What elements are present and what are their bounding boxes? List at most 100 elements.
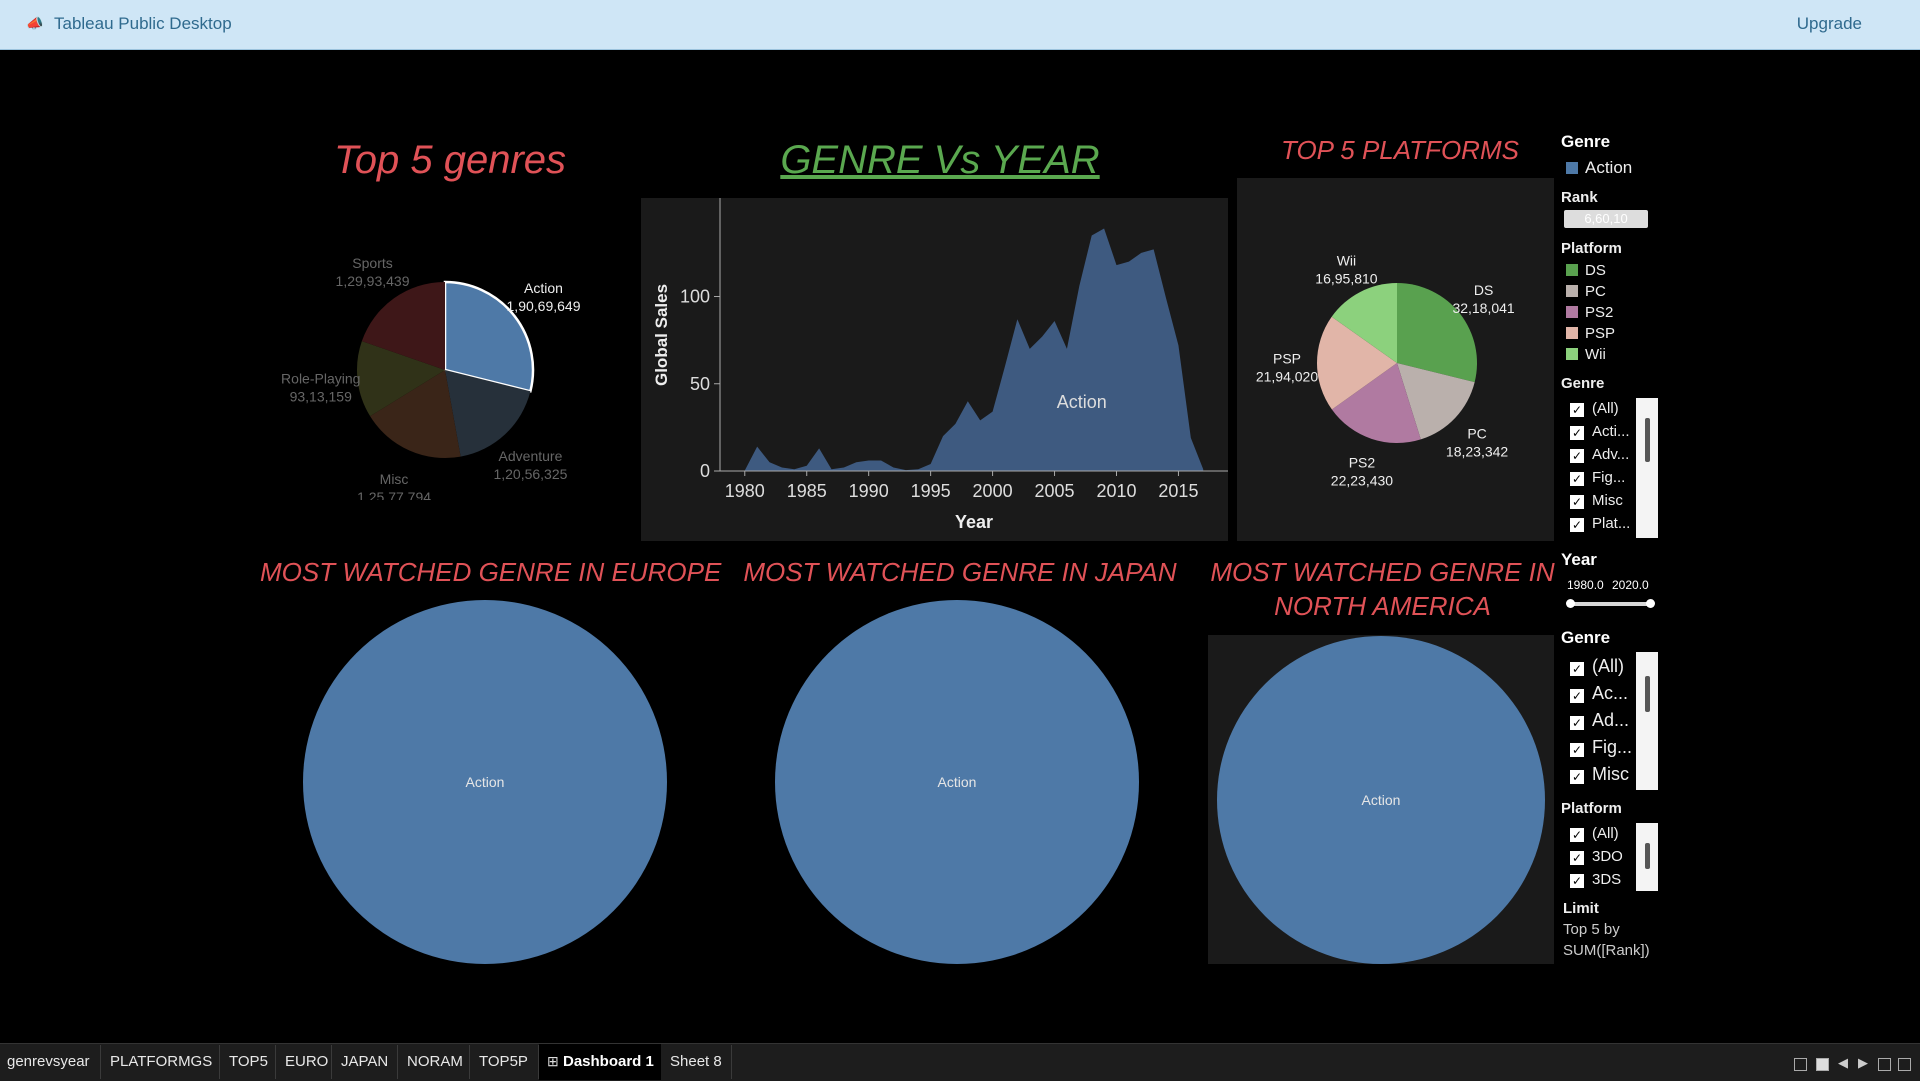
- tab-genrevsyear[interactable]: genrevsyear: [7, 1053, 90, 1070]
- pie-label-ps2: PS2: [1349, 454, 1376, 470]
- wii-swatch: [1566, 348, 1578, 360]
- single-view-icon[interactable]: [1816, 1058, 1829, 1071]
- top5-genres-pie-chart: Action 1,90,69,649 Adventure 1,20,56,325 Mis…: [281, 255, 581, 500]
- year-slider-min-handle[interactable]: [1566, 599, 1575, 608]
- genre-filter2-misc[interactable]: ✓ Misc: [1570, 764, 1629, 785]
- platform-legend-ds[interactable]: DS: [1566, 262, 1606, 279]
- top5-platforms-title: TOP 5 PLATFORMS: [1281, 135, 1519, 165]
- genre-filter2-scrollbar[interactable]: [1636, 652, 1658, 790]
- pie-value-label-ds: 32,18,041: [1452, 300, 1514, 316]
- genre-filter1-fighting[interactable]: ✓ Fig...: [1570, 469, 1625, 486]
- pie-value-label-adventure: 1,20,56,325: [493, 466, 567, 482]
- check-icon: ✓: [1570, 851, 1584, 865]
- fullscreen-icon[interactable]: [1878, 1058, 1891, 1071]
- genre-vs-year-title: GENRE Vs YEAR: [780, 138, 1100, 182]
- pie-label-ds: DS: [1474, 282, 1493, 298]
- genre-filter2-adventure[interactable]: ✓ Ad...: [1570, 710, 1629, 731]
- genre-filter2-action[interactable]: ✓ Ac...: [1570, 683, 1628, 704]
- pie-label-action: Action: [938, 774, 977, 790]
- megaphone-icon: 📣: [26, 15, 44, 31]
- pie-label-role-playing: Role-Playing: [281, 371, 360, 387]
- platform-filter-3do[interactable]: ✓ 3DO: [1570, 848, 1623, 865]
- platform-legend-ps2[interactable]: PS2: [1566, 304, 1613, 321]
- x-tick-label: 1985: [787, 481, 827, 501]
- check-icon: ✓: [1570, 495, 1584, 509]
- platform-filter-3ds[interactable]: ✓ 3DS: [1570, 871, 1621, 888]
- japan-title: MOST WATCHED GENRE IN JAPAN: [743, 557, 1177, 587]
- platform-legend-wii[interactable]: Wii: [1566, 346, 1606, 363]
- tab-divider: [731, 1045, 732, 1079]
- genre-legend-action[interactable]: Action: [1566, 158, 1632, 178]
- tab-japan[interactable]: JAPAN: [341, 1053, 388, 1070]
- ps2-swatch: [1566, 306, 1578, 318]
- rank-input[interactable]: 6,60,10: [1564, 210, 1648, 228]
- next-arrow-icon[interactable]: ▶: [1858, 1055, 1868, 1071]
- pc-swatch: [1566, 285, 1578, 297]
- genre-filter1-adventure[interactable]: ✓ Adv...: [1570, 446, 1629, 463]
- genre-legend-title: Genre: [1561, 132, 1611, 151]
- check-icon: ✓: [1570, 770, 1584, 784]
- ds-swatch: [1566, 264, 1578, 276]
- tab-dashboard-1[interactable]: ⊞ Dashboard 1: [539, 1044, 661, 1080]
- year-slider[interactable]: [1566, 599, 1655, 608]
- genre-filter1-scrollbar[interactable]: [1636, 398, 1658, 538]
- genre-filter1-all[interactable]: ✓ (All): [1570, 400, 1619, 417]
- pie-label-sports: Sports: [352, 255, 392, 271]
- year-filter-title: Year: [1561, 550, 1597, 569]
- check-icon: ✓: [1570, 689, 1584, 703]
- previous-arrow-icon[interactable]: ◀: [1838, 1055, 1848, 1071]
- genre-filter1-misc[interactable]: ✓ Misc: [1570, 492, 1623, 509]
- pie-label-psp: PSP: [1273, 350, 1301, 366]
- scroll-thumb[interactable]: [1645, 418, 1650, 462]
- tab-top5p[interactable]: TOP5P: [479, 1053, 528, 1070]
- genre-filter2-fighting[interactable]: ✓ Fig...: [1570, 737, 1632, 758]
- tab-euro[interactable]: EURO: [285, 1053, 328, 1070]
- pie-value-label-pc: 18,23,342: [1446, 443, 1508, 459]
- tab-sheet-8[interactable]: Sheet 8: [670, 1053, 722, 1070]
- check-icon: ✓: [1570, 518, 1584, 532]
- genre-filter2-all[interactable]: ✓ (All): [1570, 656, 1624, 677]
- year-min-value: 1980.0: [1567, 578, 1604, 592]
- tab-noram[interactable]: NORAM: [407, 1053, 463, 1070]
- platform-legend-psp[interactable]: PSP: [1566, 325, 1615, 342]
- platform-legend-pc[interactable]: PC: [1566, 283, 1606, 300]
- scroll-thumb[interactable]: [1645, 843, 1650, 869]
- upgrade-link[interactable]: Upgrade: [1797, 14, 1862, 34]
- grid-view-icon[interactable]: [1794, 1058, 1807, 1071]
- year-slider-max-handle[interactable]: [1646, 599, 1655, 608]
- north-america-pie-chart: Action: [1217, 636, 1545, 964]
- pie-label-action: Action: [524, 280, 563, 296]
- check-icon: ✓: [1570, 403, 1584, 417]
- genre-filter1-platform[interactable]: ✓ Plat...: [1570, 515, 1630, 532]
- check-icon: ✓: [1570, 828, 1584, 842]
- tab-divider: [331, 1045, 332, 1079]
- x-axis-title: Year: [955, 512, 993, 532]
- psp-swatch: [1566, 327, 1578, 339]
- area-mark-label: Action: [1057, 392, 1107, 412]
- area-series-action: [744, 228, 1204, 471]
- tab-platformgs[interactable]: PLATFORMGS: [110, 1053, 212, 1070]
- limit-line1: Top 5 by: [1563, 921, 1620, 938]
- pie-label-action: Action: [1362, 792, 1401, 808]
- tab-divider: [469, 1045, 470, 1079]
- check-icon: ✓: [1570, 662, 1584, 676]
- genre-filter1-action[interactable]: ✓ Acti...: [1570, 423, 1630, 440]
- platform-filter-scrollbar[interactable]: [1636, 823, 1658, 891]
- pie-label-adventure: Adventure: [499, 448, 563, 464]
- x-tick-label: 2010: [1096, 481, 1136, 501]
- x-tick-label: 1990: [849, 481, 889, 501]
- platform-filter-all[interactable]: ✓ (All): [1570, 825, 1619, 842]
- tab-divider: [397, 1045, 398, 1079]
- tab-top5[interactable]: TOP5: [229, 1053, 268, 1070]
- y-axis-title: Global Sales: [652, 284, 671, 386]
- y-tick-label: 100: [680, 287, 710, 307]
- check-icon: ✓: [1570, 716, 1584, 730]
- pie-value-label-role-playing: 93,13,159: [290, 389, 352, 405]
- dashboard-grid-icon: ⊞: [547, 1053, 559, 1069]
- rank-value: 6,60,10: [1584, 211, 1628, 226]
- europe-pie-chart: Action: [303, 600, 667, 964]
- presentation-icon[interactable]: [1898, 1058, 1911, 1071]
- scroll-thumb[interactable]: [1645, 676, 1650, 712]
- pie-value-label-sports: 1,29,93,439: [336, 273, 410, 289]
- tab-divider: [219, 1045, 220, 1079]
